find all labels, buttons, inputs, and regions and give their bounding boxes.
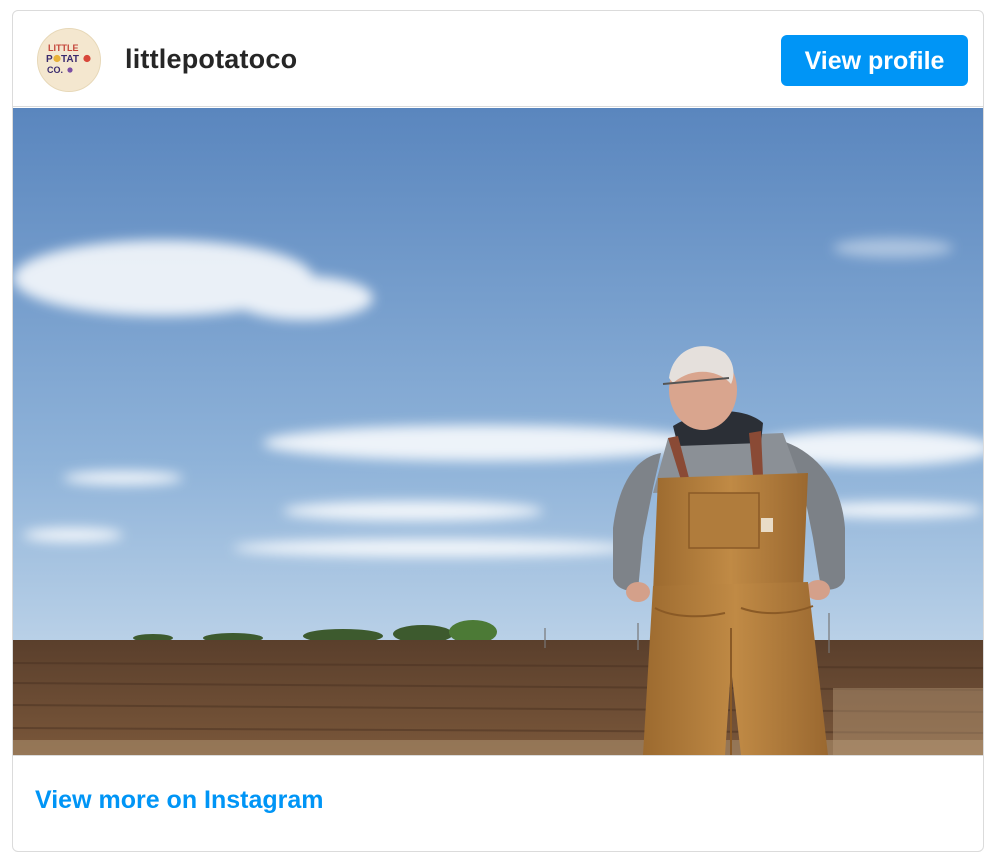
svg-text:CO.: CO.	[47, 65, 63, 75]
little-potato-logo-icon: LITTLE P TAT CO.	[38, 29, 100, 91]
post-photo[interactable]	[13, 108, 983, 755]
post-photo-image	[13, 108, 983, 755]
svg-text:LITTLE: LITTLE	[48, 43, 79, 53]
view-profile-button[interactable]: View profile	[781, 35, 968, 86]
post-footer: View more on Instagram	[13, 755, 983, 851]
post-header: LITTLE P TAT CO. littlepotatoco View pro…	[13, 11, 983, 107]
view-more-on-instagram-link[interactable]: View more on Instagram	[35, 786, 324, 815]
svg-text:TAT: TAT	[61, 54, 79, 65]
instagram-embed-card: LITTLE P TAT CO. littlepotatoco View pro…	[12, 10, 984, 852]
avatar[interactable]: LITTLE P TAT CO.	[37, 28, 101, 92]
svg-text:P: P	[46, 54, 53, 65]
username[interactable]: littlepotatoco	[125, 44, 297, 75]
